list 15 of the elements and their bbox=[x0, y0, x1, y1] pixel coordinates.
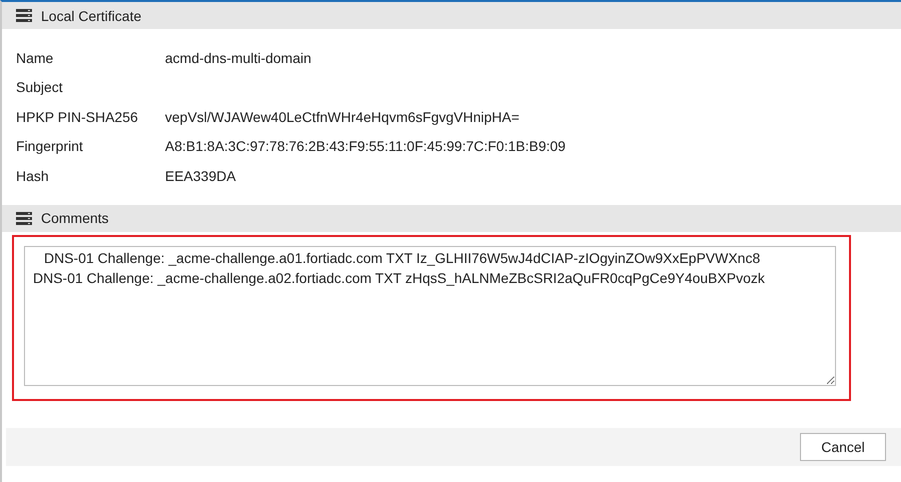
field-label: HPKP PIN-SHA256 bbox=[16, 108, 139, 125]
field-value: A8:B1:8A:3C:97:78:76:2B:43:F9:55:11:0F:45:99:7C:F0:1B:B9:09 bbox=[165, 138, 566, 154]
field-value: vepVsl/WJAWew40LeCtfnWHr4eHqvm6sFgvgVHnipHA= bbox=[165, 108, 520, 125]
cancel-button[interactable]: Cancel bbox=[800, 432, 886, 460]
field-value: acmd-dns-multi-domain bbox=[165, 50, 312, 66]
field-value: EEA339DA bbox=[165, 168, 236, 184]
comments-field[interactable]: DNS-01 Challenge: _acme-challenge.a01.fortiadc.com TXT Iz_GLHII76W5wJ4dCIAP-zIOgyinZOw9XxEpPVWXnc8 DNS-01 Challenge: _acme-challenge.a02.fortiadc.com TXT zHqsS_hALNMeZBcSRI2aQuFR0cqPgCe9Y4ouBXPvozk bbox=[24, 246, 836, 386]
field-label: Name bbox=[16, 50, 54, 66]
section-title: Local Certificate bbox=[41, 8, 142, 24]
field-label: Subject bbox=[16, 79, 64, 96]
section-title: Comments bbox=[41, 210, 109, 226]
field-label: Fingerprint bbox=[16, 138, 84, 154]
field-label: Hash bbox=[16, 168, 50, 184]
list-icon bbox=[16, 9, 32, 22]
list-icon bbox=[16, 212, 32, 224]
